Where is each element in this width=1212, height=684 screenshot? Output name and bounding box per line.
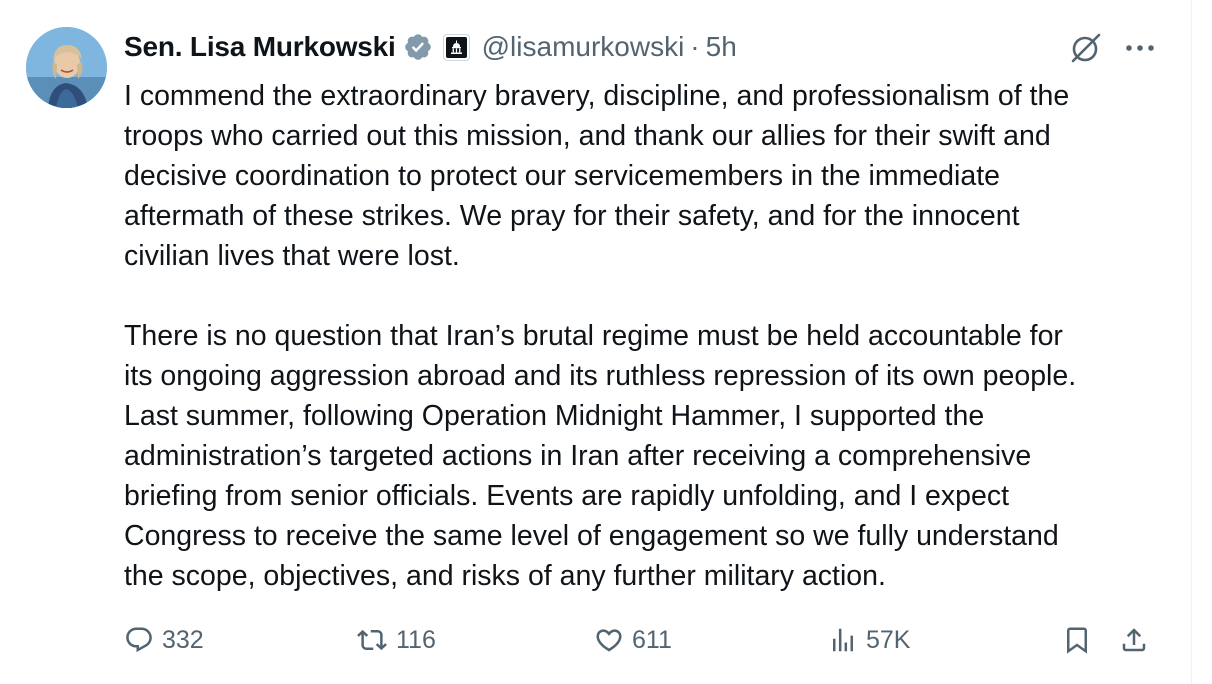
tweet-paragraph-1: I commend the extraordinary bravery, dis… xyxy=(124,80,1070,272)
like-count: 611 xyxy=(632,625,672,654)
bookmark-button[interactable] xyxy=(1062,618,1092,662)
share-button[interactable] xyxy=(1119,618,1149,662)
heart-icon xyxy=(594,625,624,655)
verified-badge-icon[interactable] xyxy=(403,32,433,62)
tweet-header: Sen. Lisa Murkowski @lisamurkowski · 5h xyxy=(124,28,737,66)
tweet-paragraph-2: There is no question that Iran’s brutal … xyxy=(124,320,1077,592)
capitol-building-icon[interactable] xyxy=(442,33,470,61)
view-count: 57K xyxy=(866,625,911,654)
bookmark-icon xyxy=(1062,625,1092,655)
separator-dot: · xyxy=(690,31,700,62)
repost-count: 116 xyxy=(396,625,436,654)
repost-icon xyxy=(356,625,388,655)
views-button[interactable]: 57K xyxy=(828,618,910,662)
action-bar: 332 116 611 57K xyxy=(124,618,1164,662)
repost-button[interactable]: 116 xyxy=(356,618,436,662)
like-button[interactable]: 611 xyxy=(594,618,672,662)
reply-icon xyxy=(124,625,154,655)
tweet-text: I commend the extraordinary bravery, dis… xyxy=(124,76,1174,596)
timestamp[interactable]: 5h xyxy=(706,31,737,63)
avatar[interactable] xyxy=(26,27,107,108)
reply-count: 332 xyxy=(162,625,204,654)
author-name[interactable]: Sen. Lisa Murkowski xyxy=(124,31,396,63)
grok-icon[interactable] xyxy=(1066,28,1106,68)
share-icon xyxy=(1119,625,1149,655)
analytics-icon xyxy=(828,625,858,655)
tweet-card[interactable]: Sen. Lisa Murkowski @lisamurkowski · 5h … xyxy=(0,0,1192,684)
reply-button[interactable]: 332 xyxy=(124,618,204,662)
author-handle[interactable]: @lisamurkowski xyxy=(482,31,685,63)
more-dots-icon[interactable] xyxy=(1120,28,1160,68)
